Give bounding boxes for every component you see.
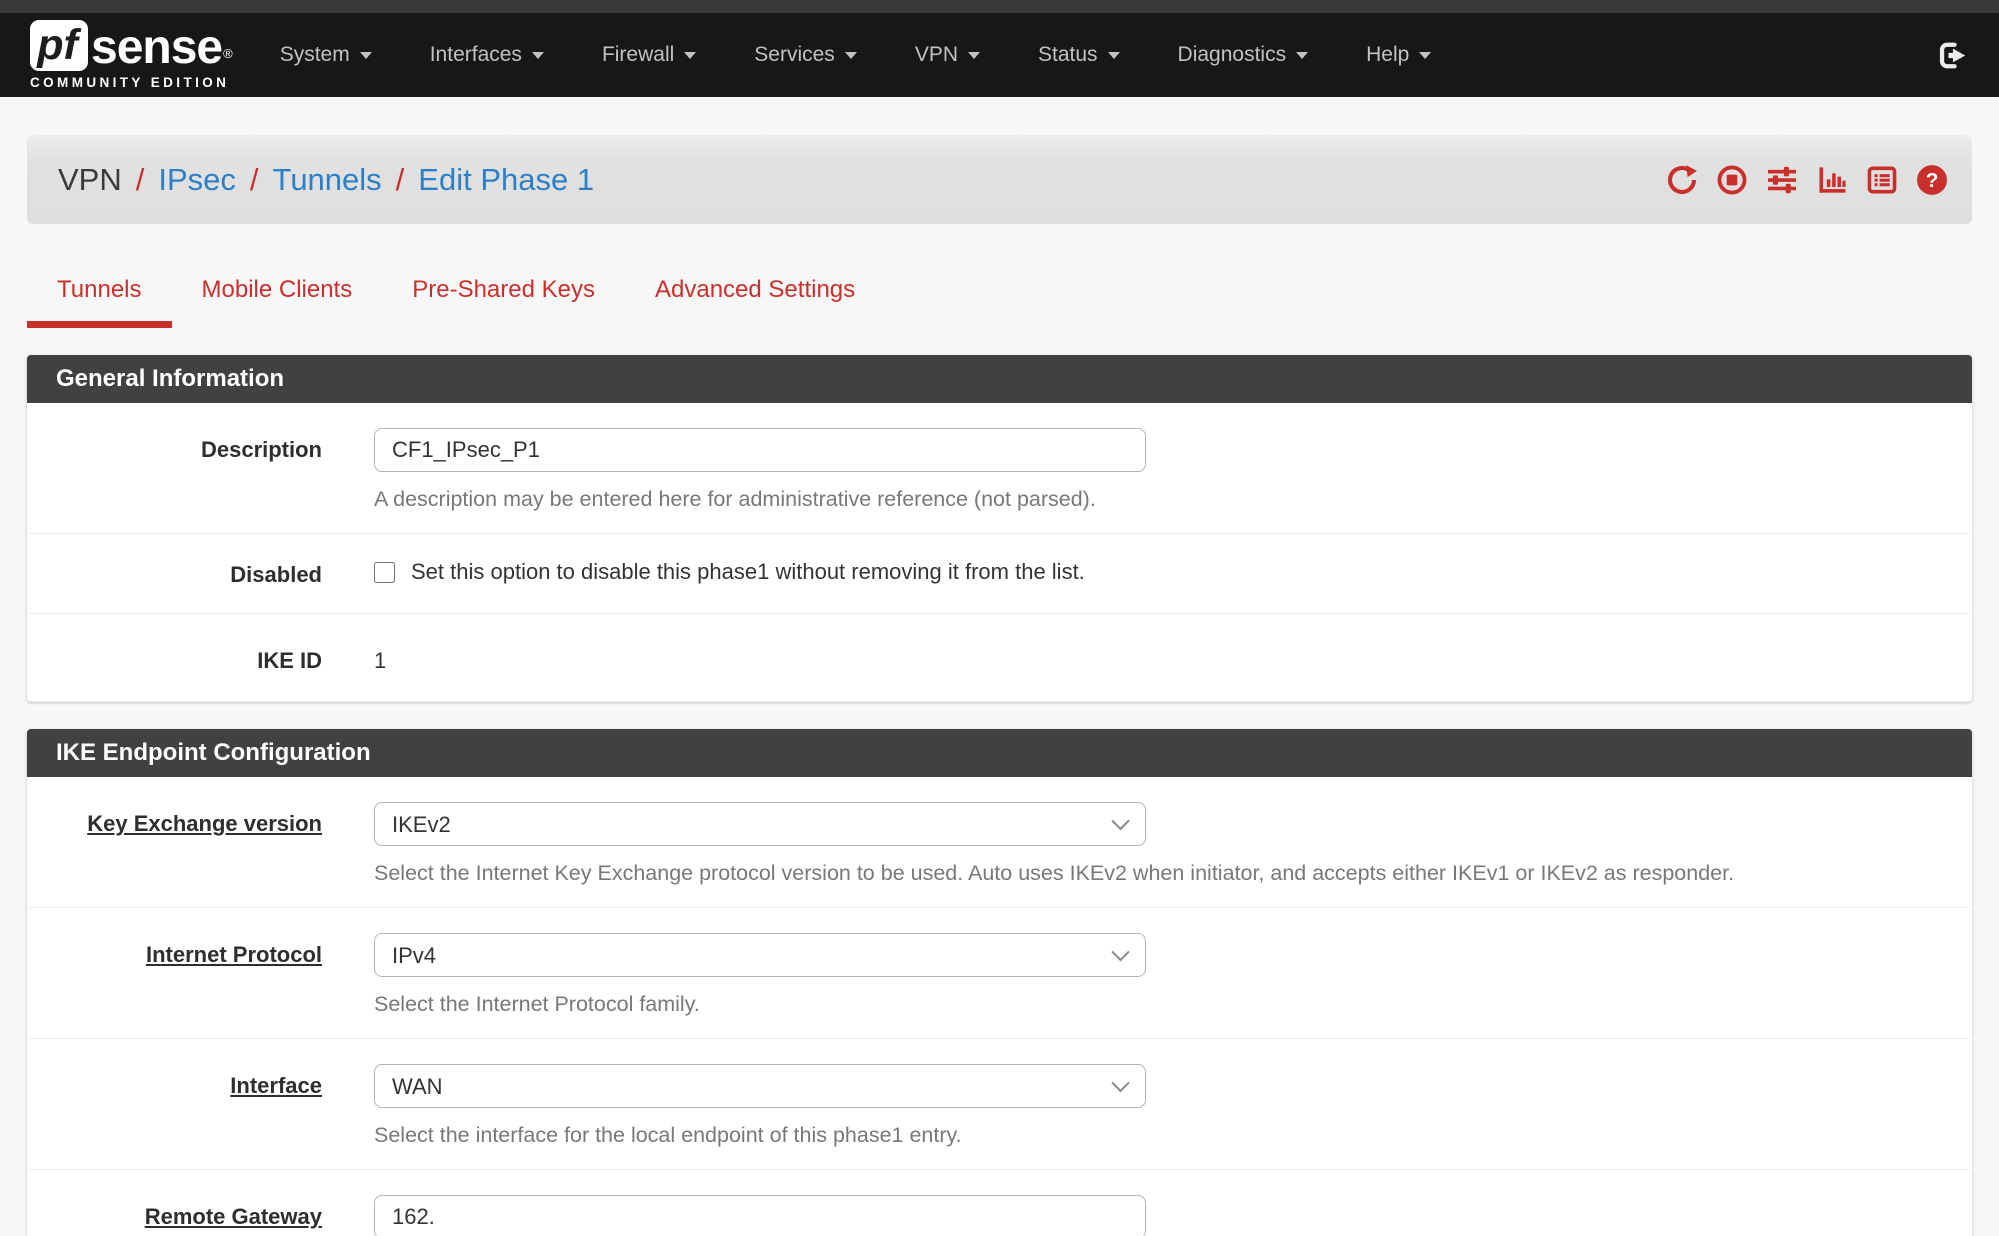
community-edition-label: COMMUNITY EDITION: [30, 75, 233, 90]
page-action-icons: ?: [1666, 164, 1948, 196]
remote-gateway-label: Remote Gateway: [29, 1195, 374, 1236]
nav-item-label: Interfaces: [430, 43, 522, 67]
breadcrumb-separator: /: [396, 162, 405, 198]
nav-item-interfaces[interactable]: Interfaces: [401, 13, 573, 97]
nav-item-system[interactable]: System: [251, 13, 401, 97]
chevron-down-icon: [968, 52, 980, 59]
internet-protocol-select[interactable]: IPv4: [374, 933, 1146, 977]
nav-item-help[interactable]: Help: [1337, 13, 1460, 97]
disabled-checkbox-label: Set this option to disable this phase1 w…: [411, 559, 1085, 585]
nav-item-status[interactable]: Status: [1009, 13, 1149, 97]
stop-icon[interactable]: [1716, 164, 1748, 196]
registered-mark: ®: [223, 37, 233, 71]
disabled-row: Disabled Set this option to disable this…: [29, 534, 1970, 614]
interface-row: Interface WAN Select the interface for t…: [29, 1039, 1970, 1170]
ike-id-row: IKE ID 1: [29, 614, 1970, 702]
breadcrumb-separator: /: [136, 162, 145, 198]
internet-protocol-label: Internet Protocol: [29, 933, 374, 1017]
breadcrumb-vpn: VPN: [58, 162, 122, 198]
nav-item-diagnostics[interactable]: Diagnostics: [1149, 13, 1338, 97]
chevron-down-icon: [1419, 52, 1431, 59]
general-information-header: General Information: [27, 355, 1972, 403]
key-exchange-label: Key Exchange version: [29, 802, 374, 886]
main-navbar: pf sense ® COMMUNITY EDITION System Inte…: [0, 13, 1999, 97]
ike-endpoint-panel: IKE Endpoint Configuration Key Exchange …: [27, 729, 1972, 1236]
general-information-body: Description A description may be entered…: [27, 403, 1972, 702]
chevron-down-icon: [1296, 52, 1308, 59]
key-exchange-select[interactable]: IKEv2: [374, 802, 1146, 846]
nav-menu: System Interfaces Firewall Services VPN …: [251, 13, 1461, 97]
description-label: Description: [29, 428, 374, 512]
breadcrumb-edit-phase1-link[interactable]: Edit Phase 1: [418, 162, 594, 198]
description-help: A description may be entered here for ad…: [374, 487, 1970, 512]
remote-gateway-input[interactable]: [374, 1195, 1146, 1236]
svg-text:?: ?: [1926, 168, 1939, 191]
nav-item-label: Status: [1038, 43, 1098, 67]
top-strip: [0, 0, 1999, 13]
ike-endpoint-header: IKE Endpoint Configuration: [27, 729, 1972, 777]
tab-label: Mobile Clients: [202, 276, 353, 303]
nav-item-services[interactable]: Services: [725, 13, 886, 97]
pfsense-logo[interactable]: pf sense ® COMMUNITY EDITION: [30, 20, 233, 90]
nav-item-vpn[interactable]: VPN: [886, 13, 1009, 97]
pf-logo-text: pf: [37, 21, 78, 70]
tab-tunnels[interactable]: Tunnels: [27, 276, 172, 328]
breadcrumb-ipsec-link[interactable]: IPsec: [158, 162, 236, 198]
nav-item-label: VPN: [915, 43, 958, 67]
interface-help: Select the interface for the local endpo…: [374, 1123, 1970, 1148]
description-input[interactable]: [374, 428, 1146, 472]
sense-logo-text: sense: [91, 24, 222, 71]
disabled-label: Disabled: [29, 559, 374, 588]
internet-protocol-row: Internet Protocol IPv4 Select the Intern…: [29, 908, 1970, 1039]
nav-item-label: Diagnostics: [1178, 43, 1287, 67]
tab-pre-shared-keys[interactable]: Pre-Shared Keys: [382, 276, 625, 328]
nav-item-firewall[interactable]: Firewall: [573, 13, 725, 97]
breadcrumb: VPN / IPsec / Tunnels / Edit Phase 1: [58, 162, 594, 198]
tab-advanced-settings[interactable]: Advanced Settings: [625, 276, 885, 328]
disabled-checkbox[interactable]: [374, 562, 395, 583]
section-title: IKE Endpoint Configuration: [56, 739, 371, 767]
sliders-icon[interactable]: [1766, 164, 1798, 196]
nav-item-label: Firewall: [602, 43, 674, 67]
general-information-panel: General Information Description A descri…: [27, 355, 1972, 702]
log-icon[interactable]: [1866, 164, 1898, 196]
description-row: Description A description may be entered…: [29, 403, 1970, 534]
nav-item-label: Help: [1366, 43, 1409, 67]
pf-logo-box: pf: [30, 20, 88, 71]
key-exchange-help: Select the Internet Key Exchange protoco…: [374, 861, 1970, 886]
ike-endpoint-body: Key Exchange version IKEv2 Select the In…: [27, 777, 1972, 1236]
remote-gateway-row: Remote Gateway Enter the public IP addre…: [29, 1170, 1970, 1236]
breadcrumb-separator: /: [250, 162, 259, 198]
pfsense-page: pf sense ® COMMUNITY EDITION System Inte…: [0, 0, 1999, 1236]
tab-label: Advanced Settings: [655, 276, 855, 303]
chart-icon[interactable]: [1816, 164, 1848, 196]
section-title: General Information: [56, 365, 284, 393]
nav-item-label: System: [280, 43, 350, 67]
ike-id-value: 1: [374, 639, 1970, 674]
sign-out-icon: [1936, 39, 1969, 72]
breadcrumb-bar: VPN / IPsec / Tunnels / Edit Phase 1: [27, 135, 1972, 224]
chevron-down-icon: [360, 52, 372, 59]
refresh-icon[interactable]: [1666, 164, 1698, 196]
key-exchange-row: Key Exchange version IKEv2 Select the In…: [29, 777, 1970, 908]
chevron-down-icon: [532, 52, 544, 59]
breadcrumb-tunnels-link[interactable]: Tunnels: [273, 162, 382, 198]
page-tabs: Tunnels Mobile Clients Pre-Shared Keys A…: [27, 276, 1972, 328]
help-icon[interactable]: ?: [1916, 164, 1948, 196]
nav-item-label: Services: [754, 43, 835, 67]
internet-protocol-help: Select the Internet Protocol family.: [374, 992, 1970, 1017]
tab-label: Tunnels: [57, 276, 142, 303]
chevron-down-icon: [1108, 52, 1120, 59]
tab-mobile-clients[interactable]: Mobile Clients: [172, 276, 383, 328]
chevron-down-icon: [845, 52, 857, 59]
chevron-down-icon: [684, 52, 696, 59]
interface-select[interactable]: WAN: [374, 1064, 1146, 1108]
interface-label: Interface: [29, 1064, 374, 1148]
ike-id-label: IKE ID: [29, 639, 374, 674]
tab-label: Pre-Shared Keys: [412, 276, 595, 303]
logout-button[interactable]: [1936, 39, 1969, 72]
